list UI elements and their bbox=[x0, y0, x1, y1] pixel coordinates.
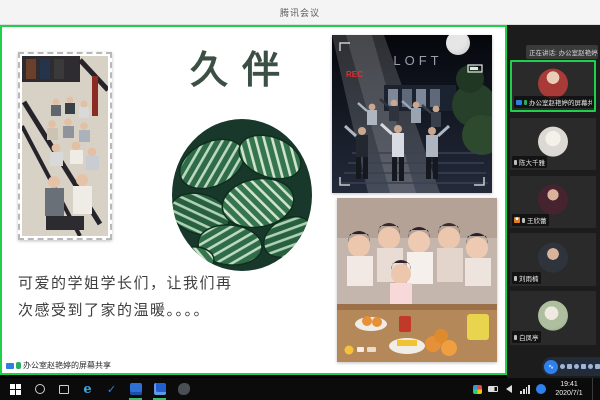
mic-icon bbox=[16, 362, 21, 369]
mic-icon bbox=[524, 100, 527, 105]
participant-tile[interactable]: 白凤亭 bbox=[510, 291, 596, 345]
leaves-art bbox=[172, 119, 312, 271]
photo-dinner-selfie bbox=[337, 198, 497, 362]
taskbar-clock[interactable]: 19:41 2020/7/1 bbox=[552, 380, 586, 398]
show-desktop-button[interactable] bbox=[592, 378, 596, 400]
clock-date: 2020/7/1 bbox=[552, 389, 586, 398]
members-icon[interactable] bbox=[581, 364, 586, 369]
photos-app-icon[interactable] bbox=[153, 383, 166, 396]
doc-app-icon[interactable] bbox=[129, 383, 142, 396]
person-icon bbox=[514, 217, 520, 223]
battery-icon[interactable] bbox=[488, 384, 498, 394]
participant-tile[interactable]: 刘雨楠 bbox=[510, 233, 596, 286]
desktop: 腾讯会议 bbox=[0, 0, 600, 400]
participant-name: 陈大千雅 bbox=[519, 157, 545, 167]
avatar bbox=[538, 185, 568, 215]
round-sticker bbox=[446, 31, 470, 55]
share-screen-icon[interactable] bbox=[574, 364, 579, 369]
participant-name: 白凤亭 bbox=[519, 332, 539, 342]
check-app-icon[interactable]: ✓ bbox=[105, 383, 118, 396]
avatar bbox=[538, 69, 568, 99]
mic-icon bbox=[514, 160, 517, 165]
slide-title: 久伴 bbox=[190, 39, 320, 94]
photo-staircase-group bbox=[18, 52, 112, 240]
clock-time: 19:41 bbox=[552, 380, 586, 389]
settings-icon[interactable] bbox=[595, 364, 600, 369]
taskbar-left: e ✓ bbox=[0, 383, 190, 396]
screen-share-icon bbox=[516, 100, 522, 105]
meeting-floating-toolbar: ∿ bbox=[542, 357, 600, 376]
taskbar-tray: 19:41 2020/7/1 bbox=[472, 378, 600, 400]
mic-icon bbox=[514, 276, 517, 281]
participant-tile-sharer[interactable]: 办公室赵艳婷的屏幕共... bbox=[510, 60, 596, 112]
caption-line-2: 次感受到了家的温暖。。。。 bbox=[18, 297, 268, 324]
loft-sign-text: LOFT bbox=[393, 53, 442, 68]
screen-share-region: 久伴 bbox=[0, 25, 507, 375]
audio-icon[interactable] bbox=[560, 364, 565, 369]
slide-caption: 可爱的学姐学长们，让我们再 次感受到了家的温暖。。。。 bbox=[18, 270, 268, 324]
cortana-button[interactable] bbox=[33, 383, 46, 396]
participants-sidebar: 正在讲话: 办公室赵艳婷 办公室赵艳婷的屏幕共... 陈大千雅 王欣蕾 bbox=[507, 25, 600, 378]
color-app-tray-icon[interactable] bbox=[472, 384, 482, 394]
start-button[interactable] bbox=[9, 383, 22, 396]
photo-dinner-art bbox=[337, 198, 497, 362]
volume-icon[interactable] bbox=[504, 384, 514, 394]
misc-app-icon[interactable] bbox=[177, 383, 190, 396]
avatar bbox=[538, 242, 568, 272]
participant-tile[interactable]: 陈大千雅 bbox=[510, 118, 596, 170]
video-icon[interactable] bbox=[567, 364, 572, 369]
meeting-logo-icon[interactable]: ∿ bbox=[544, 360, 558, 374]
network-icon[interactable] bbox=[520, 384, 530, 394]
participant-name: 办公室赵艳婷的屏幕共... bbox=[529, 97, 592, 107]
task-view-button[interactable] bbox=[57, 383, 70, 396]
share-footer-label: 办公室赵艳婷的屏幕共享 bbox=[23, 360, 111, 371]
avatar bbox=[538, 301, 568, 331]
photo-loft-night-group: LOFT REC bbox=[332, 35, 492, 193]
mic-icon bbox=[514, 335, 517, 340]
caption-line-1: 可爱的学姐学长们，让我们再 bbox=[18, 270, 268, 297]
photo-loft-art: LOFT REC bbox=[332, 35, 492, 193]
participant-name: 王欣蕾 bbox=[527, 215, 547, 225]
meeting-tray-icon[interactable] bbox=[536, 384, 546, 394]
share-footer: 办公室赵艳婷的屏幕共享 bbox=[6, 360, 111, 371]
rec-overlay-text: REC bbox=[346, 70, 363, 79]
monitor-icon bbox=[6, 363, 14, 369]
window-title: 腾讯会议 bbox=[280, 6, 320, 19]
photo-staircase-art bbox=[22, 56, 108, 236]
chat-icon[interactable] bbox=[588, 364, 593, 369]
leaves-circle-image bbox=[172, 119, 312, 271]
mic-icon bbox=[522, 218, 525, 223]
speaking-banner: 正在讲话: 办公室赵艳婷 bbox=[526, 45, 598, 59]
participant-name: 刘雨楠 bbox=[519, 273, 539, 283]
taskbar: e ✓ 19:41 2020/7/1 bbox=[0, 378, 600, 400]
window-titlebar: 腾讯会议 bbox=[0, 0, 600, 25]
edge-icon[interactable]: e bbox=[81, 383, 94, 396]
avatar bbox=[538, 127, 568, 157]
participant-tile[interactable]: 王欣蕾 bbox=[510, 176, 596, 228]
